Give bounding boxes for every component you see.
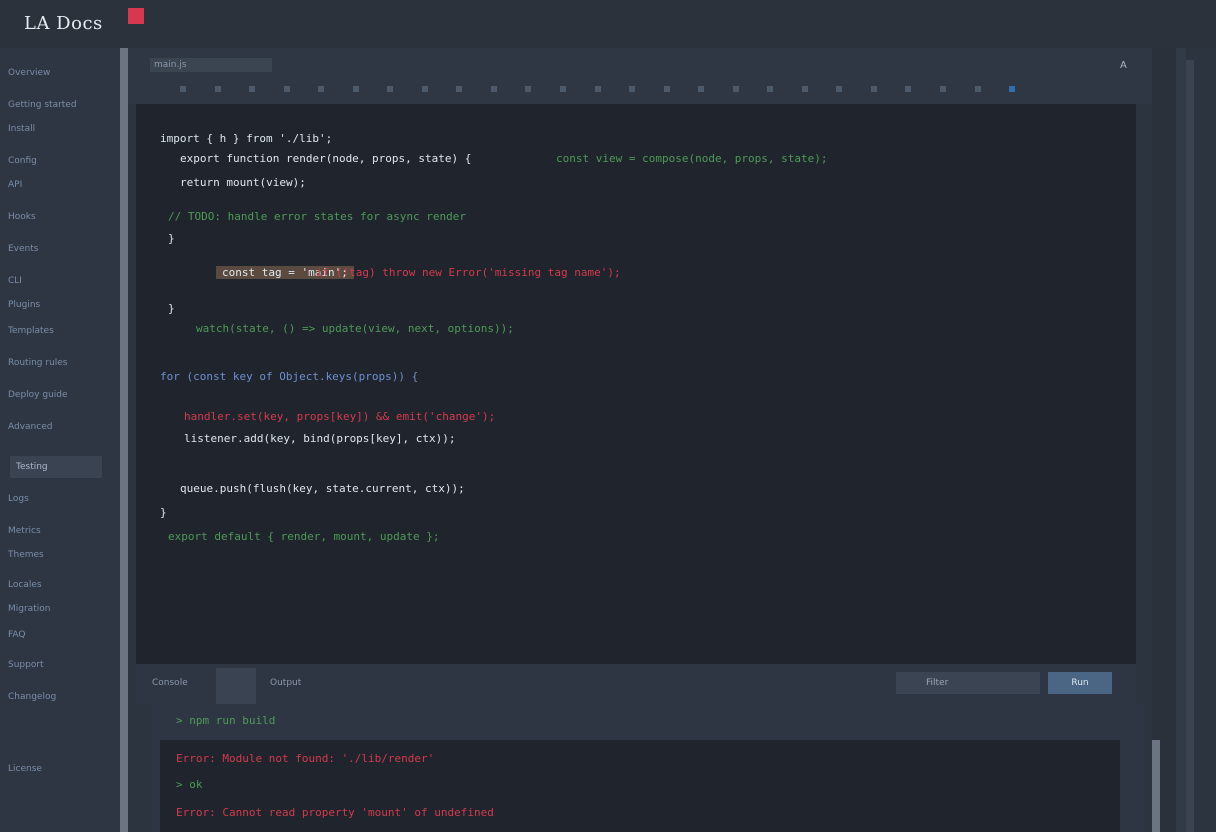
toolbar-icon[interactable] <box>836 86 843 92</box>
code-line: return mount(view); <box>180 176 306 189</box>
code-line: if (!tag) throw new Error('missing tag n… <box>316 266 621 279</box>
toolbar-icon[interactable] <box>456 86 463 92</box>
code-line: export default { render, mount, update }… <box>168 530 440 543</box>
tab-active-indicator[interactable] <box>216 668 256 704</box>
code-line: import { h } from './lib'; <box>160 132 333 145</box>
sidebar-item[interactable]: Hooks <box>8 212 36 226</box>
toolbar-icon[interactable] <box>214 86 221 92</box>
toolbar-icon[interactable] <box>594 86 601 92</box>
app-logo[interactable]: LA Docs <box>24 13 103 34</box>
toolbar-icon[interactable] <box>974 86 981 92</box>
toolbar-icon[interactable] <box>525 86 532 92</box>
code-line: handler.set(key, props[key]) && emit('ch… <box>184 410 496 423</box>
logo-mark <box>128 8 144 24</box>
code-line: } <box>168 302 175 315</box>
console-output[interactable]: > npm run build Error: Module not found:… <box>160 714 1120 832</box>
toolbar-icon[interactable] <box>663 86 670 92</box>
sidebar-item[interactable]: API <box>8 180 22 194</box>
tab-output[interactable]: Output <box>270 678 301 688</box>
toolbar-icon[interactable] <box>490 86 497 92</box>
toolbar-icon[interactable] <box>421 86 428 92</box>
toolbar-icon[interactable] <box>767 86 774 92</box>
toolbar-icon[interactable] <box>870 86 877 92</box>
code-line: watch(state, () => update(view, next, op… <box>196 322 514 335</box>
toolbar-icon[interactable] <box>387 86 394 92</box>
sidebar-item[interactable]: Config <box>8 156 37 170</box>
sidebar-item[interactable]: Themes <box>8 550 44 564</box>
toolbar-icon[interactable] <box>732 86 739 92</box>
file-tab[interactable]: main.js <box>150 58 272 72</box>
filter-input[interactable]: Filter <box>896 672 1040 694</box>
code-line: listener.add(key, bind(props[key], ctx))… <box>184 432 456 445</box>
sidebar-item[interactable]: Logs <box>8 494 29 508</box>
sidebar-item[interactable]: Events <box>8 244 38 258</box>
sidebar-item[interactable]: Locales <box>8 580 42 594</box>
sidebar: Overview Getting started Install Config … <box>0 48 120 832</box>
sidebar-item[interactable]: FAQ <box>8 630 25 644</box>
sidebar-item[interactable]: Metrics <box>8 526 41 540</box>
toolbar-menu-row <box>180 85 1035 94</box>
console-line: > ok <box>176 778 203 791</box>
toolbar-icon[interactable] <box>698 86 705 92</box>
toolbar-icon[interactable] <box>560 86 567 92</box>
sidebar-item[interactable]: Getting started <box>8 100 77 114</box>
toolbar-icon[interactable] <box>905 86 912 92</box>
font-size-button[interactable]: A <box>1120 60 1127 71</box>
editor-toolbar <box>128 48 1152 104</box>
sidebar-item[interactable]: Install <box>8 124 35 138</box>
code-line: export function render(node, props, stat… <box>180 152 472 165</box>
console-scrollbar[interactable] <box>1152 740 1160 832</box>
sidebar-item[interactable]: License <box>8 764 42 778</box>
tab-console[interactable]: Console <box>152 678 188 688</box>
console-line: Error: Module not found: './lib/render' <box>176 752 435 765</box>
code-line: // TODO: handle error states for async r… <box>168 210 467 223</box>
console-line: > npm run build <box>176 714 276 727</box>
run-button[interactable]: Run <box>1048 672 1112 694</box>
code-line: } <box>168 232 175 245</box>
sidebar-item-active[interactable]: Testing <box>10 456 102 478</box>
code-line: queue.push(flush(key, state.current, ctx… <box>180 482 465 495</box>
sidebar-item[interactable]: CLI <box>8 276 22 290</box>
toolbar-icon[interactable] <box>352 86 359 92</box>
toolbar-icon-active[interactable] <box>1009 86 1016 92</box>
sidebar-item[interactable]: Deploy guide <box>8 390 68 404</box>
toolbar-icon[interactable] <box>629 86 636 92</box>
code-editor[interactable]: import { h } from './lib'; export functi… <box>136 104 1136 664</box>
code-line: for (const key of Object.keys(props)) { <box>160 370 419 383</box>
toolbar-icon[interactable] <box>249 86 256 92</box>
sidebar-item[interactable]: Advanced <box>8 422 52 436</box>
toolbar-icon[interactable] <box>318 86 325 92</box>
toolbar-icon[interactable] <box>801 86 808 92</box>
sidebar-item[interactable]: Plugins <box>8 300 40 314</box>
console-line: Error: Cannot read property 'mount' of u… <box>176 806 494 819</box>
code-line: } <box>160 506 167 519</box>
toolbar-icon[interactable] <box>940 86 947 92</box>
sidebar-item[interactable]: Overview <box>8 68 50 82</box>
sidebar-item[interactable]: Changelog <box>8 692 56 706</box>
title-bar: LA Docs <box>0 0 1216 48</box>
sidebar-item[interactable]: Templates <box>8 326 54 340</box>
sidebar-divider[interactable] <box>120 48 128 832</box>
panel-edge <box>1176 48 1186 832</box>
sidebar-item[interactable]: Migration <box>8 604 50 618</box>
code-line: const view = compose(node, props, state)… <box>556 152 828 165</box>
outer-scrollbar[interactable] <box>1186 60 1194 832</box>
editor-scrollbar[interactable] <box>1152 48 1176 832</box>
toolbar-icon[interactable] <box>283 86 290 92</box>
sidebar-item[interactable]: Routing rules <box>8 358 68 372</box>
toolbar-icon[interactable] <box>180 86 186 92</box>
sidebar-item[interactable]: Support <box>8 660 44 674</box>
